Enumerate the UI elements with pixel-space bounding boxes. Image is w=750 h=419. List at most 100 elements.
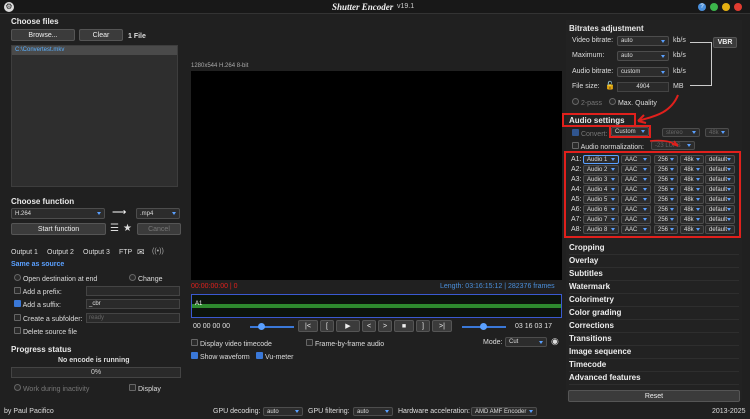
clear-button[interactable]: Clear — [79, 29, 123, 41]
khz-select[interactable]: 48k — [705, 128, 729, 137]
vu-meter-option[interactable]: Vu-meter — [256, 352, 293, 361]
track-source-select[interactable]: Audio 7 — [583, 215, 619, 224]
track-codec-select[interactable]: AAC — [621, 205, 651, 214]
list-icon[interactable]: ☰ — [110, 223, 119, 234]
same-as-source-label[interactable]: Same as source — [11, 261, 64, 268]
section-watermark[interactable]: Watermark — [569, 282, 739, 294]
rewind-button[interactable]: [ — [320, 320, 334, 332]
file-list[interactable]: C:\Convertest.mkv — [11, 45, 178, 187]
track-bitrate-select[interactable]: 256 — [654, 215, 678, 224]
track-source-select[interactable]: Audio 5 — [583, 195, 619, 204]
track-rate-select[interactable]: 48k — [680, 175, 704, 184]
change-option[interactable]: Change — [129, 274, 162, 283]
audio-bitrate-select[interactable]: custom — [617, 67, 669, 77]
track-source-select[interactable]: Audio 3 — [583, 175, 619, 184]
function-select[interactable]: H.264 — [11, 208, 105, 219]
max-bitrate-select[interactable]: auto — [617, 51, 669, 61]
minimize-icon[interactable] — [710, 3, 718, 11]
track-codec-select[interactable]: AAC — [621, 165, 651, 174]
reset-button[interactable]: Reset — [568, 390, 740, 402]
section-transitions[interactable]: Transitions — [569, 334, 739, 346]
track-default-select[interactable]: default — [705, 155, 735, 164]
track-source-select[interactable]: Audio 2 — [583, 165, 619, 174]
mail-icon[interactable]: ✉ — [137, 247, 145, 258]
tab-output-1[interactable]: Output 1 — [11, 249, 38, 256]
section-corrections[interactable]: Corrections — [569, 321, 739, 333]
show-waveform-option[interactable]: Show waveform — [191, 352, 250, 361]
lock-icon[interactable]: 🔓 — [605, 81, 615, 90]
convert-option[interactable]: Convert: — [572, 129, 607, 138]
cancel-button[interactable]: Cancel — [137, 223, 181, 235]
gpu-filtering-select[interactable]: auto — [353, 407, 393, 416]
section-color-grading[interactable]: Color grading — [569, 308, 739, 320]
track-rate-select[interactable]: 48k — [680, 215, 704, 224]
track-source-select[interactable]: Audio 4 — [583, 185, 619, 194]
track-bitrate-select[interactable]: 256 — [654, 205, 678, 214]
suffix-option[interactable]: Add a suffix: — [14, 300, 61, 309]
suffix-input[interactable]: _cbr — [86, 299, 180, 309]
two-pass-option[interactable]: 2-pass — [572, 98, 602, 107]
track-default-select[interactable]: default — [705, 175, 735, 184]
track-rate-select[interactable]: 48k — [680, 185, 704, 194]
prefix-option[interactable]: Add a prefix: — [14, 287, 62, 296]
help-icon[interactable]: ? — [698, 3, 706, 11]
close-icon[interactable] — [734, 3, 742, 11]
track-codec-select[interactable]: AAC — [621, 155, 651, 164]
start-function-button[interactable]: Start function — [11, 223, 106, 235]
section-timecode[interactable]: Timecode — [569, 360, 739, 372]
track-source-select[interactable]: Audio 1 — [583, 155, 619, 164]
track-default-select[interactable]: default — [705, 205, 735, 214]
track-bitrate-select[interactable]: 256 — [654, 165, 678, 174]
slider-handle[interactable] — [258, 323, 265, 330]
track-default-select[interactable]: default — [705, 225, 735, 234]
tab-output-2[interactable]: Output 2 — [47, 249, 74, 256]
subfolder-option[interactable]: Create a subfolder: — [14, 314, 83, 323]
track-bitrate-select[interactable]: 256 — [654, 195, 678, 204]
track-default-select[interactable]: default — [705, 185, 735, 194]
tab-ftp[interactable]: FTP — [119, 249, 132, 256]
forward-button[interactable]: ] — [416, 320, 430, 332]
track-codec-select[interactable]: AAC — [621, 175, 651, 184]
track-codec-select[interactable]: AAC — [621, 195, 651, 204]
hw-accel-select[interactable]: AMD AMF Encoder — [471, 407, 537, 416]
track-default-select[interactable]: default — [705, 215, 735, 224]
track-bitrate-select[interactable]: 256 — [654, 225, 678, 234]
track-source-select[interactable]: Audio 8 — [583, 225, 619, 234]
vbr-button[interactable]: VBR — [713, 37, 737, 48]
file-list-item[interactable]: C:\Convertest.mkv — [12, 46, 177, 55]
track-codec-select[interactable]: AAC — [621, 215, 651, 224]
track-bitrate-select[interactable]: 256 — [654, 185, 678, 194]
video-bitrate-select[interactable]: auto — [617, 36, 669, 46]
section-subtitles[interactable]: Subtitles — [569, 269, 739, 281]
section-cropping[interactable]: Cropping — [569, 243, 739, 255]
track-default-select[interactable]: default — [705, 195, 735, 204]
volume-slider[interactable] — [462, 323, 506, 330]
subfolder-input[interactable]: ready — [86, 313, 180, 323]
work-inactivity-option[interactable]: Work during inactivity — [14, 384, 89, 393]
next-button[interactable]: >| — [432, 320, 452, 332]
track-rate-select[interactable]: 48k — [680, 225, 704, 234]
track-default-select[interactable]: default — [705, 165, 735, 174]
mode-select[interactable]: Cut — [505, 337, 547, 347]
open-destination-option[interactable]: Open destination at end — [14, 274, 97, 283]
extension-select[interactable]: .mp4 — [136, 208, 180, 219]
track-codec-select[interactable]: AAC — [621, 185, 651, 194]
slider-handle[interactable] — [480, 323, 487, 330]
settings-icon[interactable]: ⚙ — [4, 2, 14, 12]
stop-button[interactable]: ■ — [394, 320, 414, 332]
step-forward-button[interactable]: > — [378, 320, 392, 332]
section-overlay[interactable]: Overlay — [569, 256, 739, 268]
track-rate-select[interactable]: 48k — [680, 195, 704, 204]
track-source-select[interactable]: Audio 6 — [583, 205, 619, 214]
display-option[interactable]: Display — [129, 384, 161, 393]
stream-icon[interactable]: ((•)) — [152, 248, 164, 255]
track-codec-select[interactable]: AAC — [621, 225, 651, 234]
step-back-button[interactable]: < — [362, 320, 376, 332]
prev-button[interactable]: |< — [298, 320, 318, 332]
track-rate-select[interactable]: 48k — [680, 165, 704, 174]
eye-icon[interactable]: ◉ — [551, 336, 559, 347]
star-icon[interactable]: ★ — [123, 223, 132, 234]
prefix-input[interactable] — [86, 286, 180, 296]
track-rate-select[interactable]: 48k — [680, 155, 704, 164]
track-bitrate-select[interactable]: 256 — [654, 155, 678, 164]
